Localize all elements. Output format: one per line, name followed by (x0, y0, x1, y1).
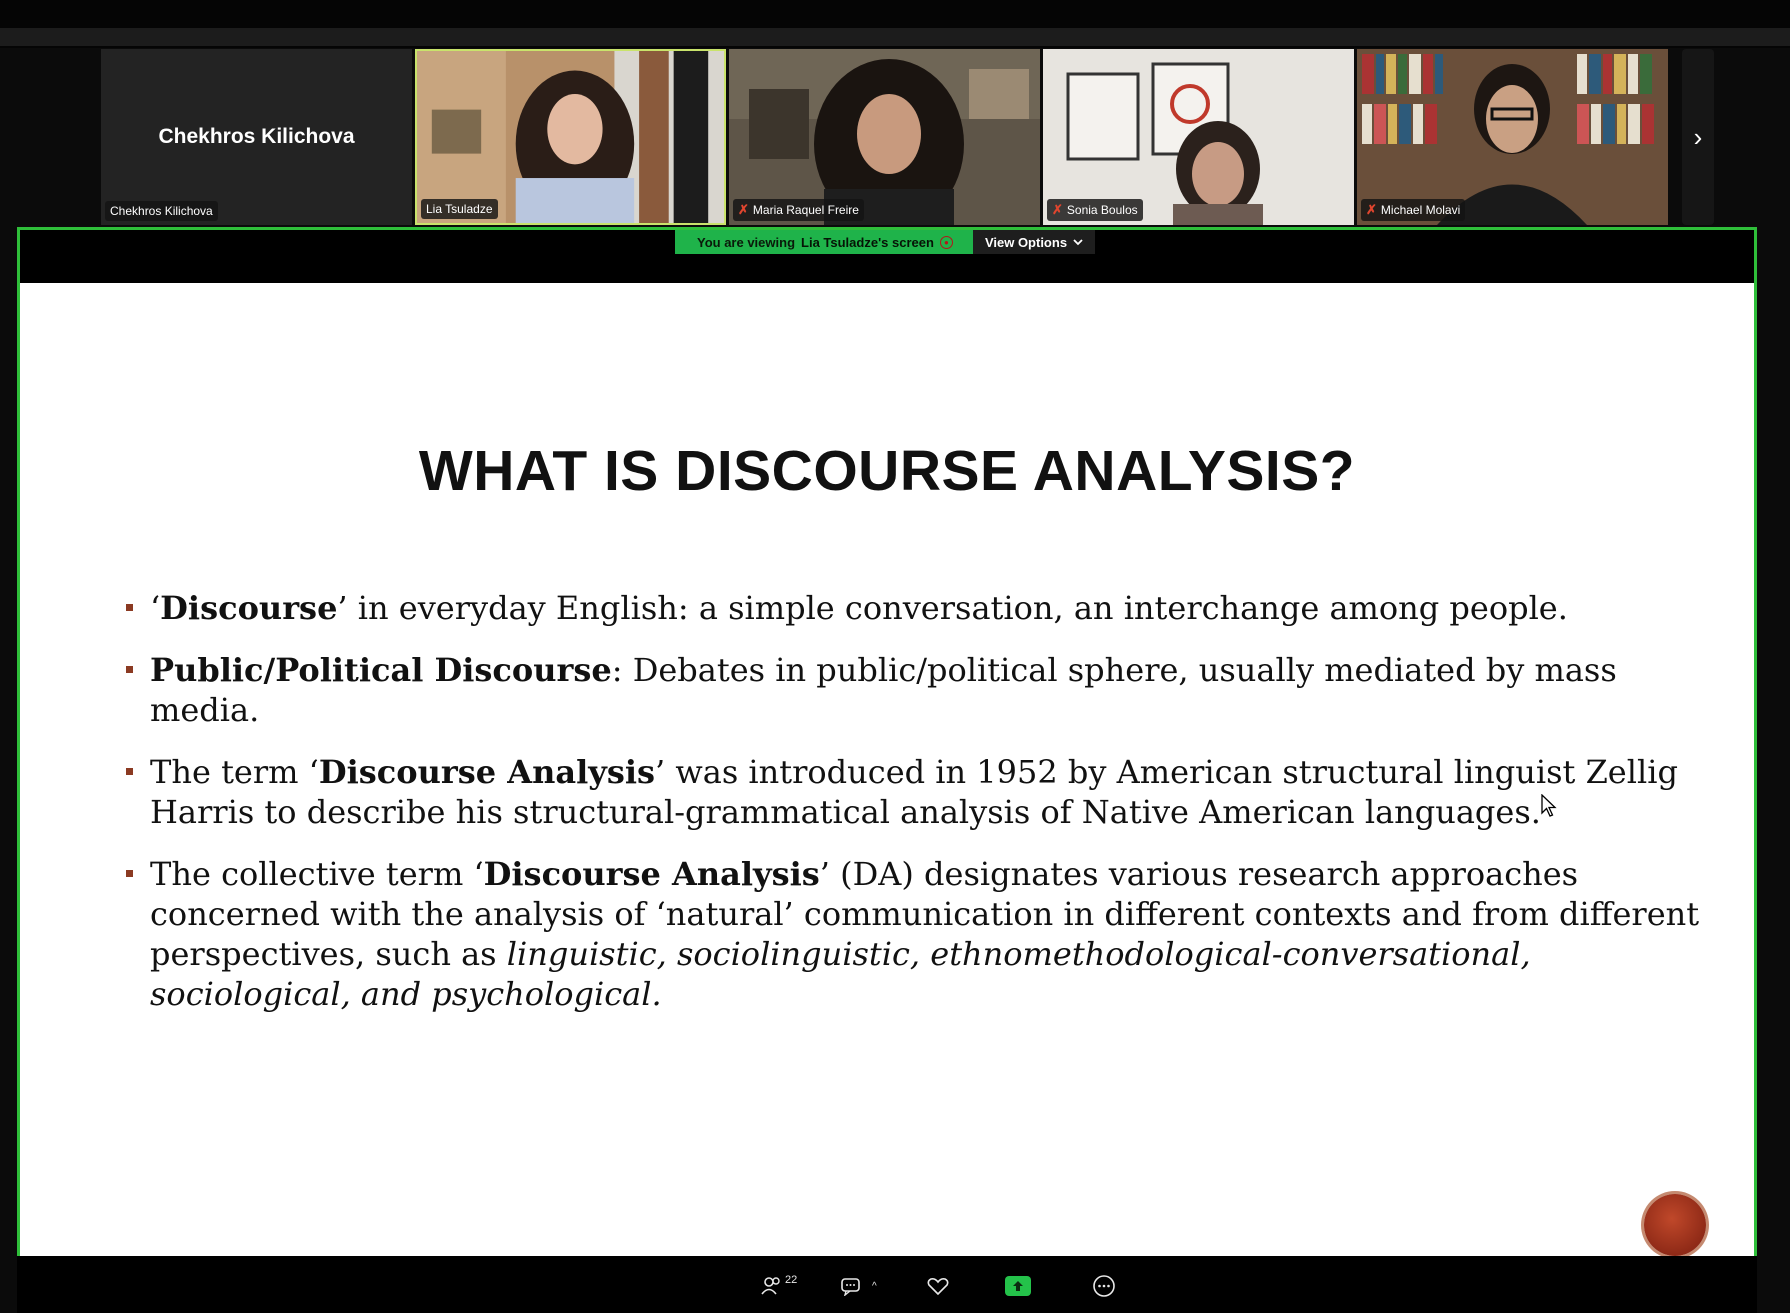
participant-display-name: Chekhros Kilichova (158, 125, 355, 148)
chat-button[interactable]: ^ (840, 1272, 877, 1300)
view-options-button[interactable]: View Options (972, 230, 1096, 254)
participant-name-label: ✗ Sonia Boulos (1047, 199, 1143, 221)
reactions-button[interactable] (926, 1272, 950, 1300)
video-gallery: Chekhros Kilichova Chekhros Kilichova Li… (101, 49, 1715, 225)
participant-name: Lia Tsuladze (426, 202, 493, 216)
video-tile-michael[interactable]: ✗ Michael Molavi (1357, 49, 1668, 225)
video-tile-lia[interactable]: Lia Tsuladze (415, 49, 726, 225)
top-bar (0, 0, 1790, 48)
participant-name-label: ✗ Maria Raquel Freire (733, 199, 864, 221)
bullet-text: ‘ (150, 589, 161, 627)
bullet-text: ’ in everyday English: a simple conversa… (337, 589, 1568, 627)
chevron-right-icon: › (1693, 121, 1703, 152)
participant-name: Chekhros Kilichova (110, 204, 213, 218)
more-button[interactable] (1092, 1272, 1116, 1300)
viewing-prefix: You are viewing (697, 234, 796, 250)
participant-name: Michael Molavi (1380, 203, 1461, 217)
bullet-marker (126, 768, 133, 775)
participants-count: 22 (785, 1274, 798, 1286)
video-tile-maria[interactable]: ✗ Maria Raquel Freire (729, 49, 1040, 225)
chat-icon (841, 1278, 860, 1296)
slide-logo-badge (1644, 1194, 1706, 1256)
more-icon (1093, 1275, 1115, 1297)
slide-bullet: ‘Discourse’ in everyday English: a simpl… (105, 588, 1705, 628)
meeting-toolbar: 22 ^ (17, 1256, 1757, 1313)
video-feed-lia (417, 51, 724, 223)
participant-name-label: Lia Tsuladze (421, 199, 498, 219)
viewing-indicator: You are viewing Lia Tsuladze's screen ● (675, 230, 973, 254)
presentation-slide: WHAT IS DISCOURSE ANALYSIS? ‘Discourse’ … (20, 283, 1754, 1261)
shared-screen: You are viewing Lia Tsuladze's screen ● … (17, 227, 1757, 1275)
bullet-text: Discourse Analysis (483, 855, 820, 893)
top-bar-strip (0, 28, 1790, 46)
participant-name: Maria Raquel Freire (752, 203, 859, 217)
bullet-marker (126, 666, 133, 673)
view-options-label: View Options (984, 234, 1068, 250)
bullet-text: The collective term ‘ (150, 855, 484, 893)
share-screen-icon (1005, 1276, 1031, 1296)
video-tile-chekhros[interactable]: Chekhros Kilichova Chekhros Kilichova (101, 49, 412, 225)
slide-bullet: Public/Political Discourse: Debates in p… (105, 650, 1705, 730)
gallery-next-button[interactable]: › (1682, 49, 1714, 225)
bullet-text: Discourse Analysis (318, 753, 655, 791)
share-screen-button[interactable] (1005, 1272, 1031, 1300)
mic-muted-icon: ✗ (738, 202, 749, 217)
chat-caret-icon[interactable]: ^ (872, 1281, 877, 1292)
video-tile-sonia[interactable]: ✗ Sonia Boulos (1043, 49, 1354, 225)
bullet-marker (126, 870, 133, 877)
mouse-cursor-icon (1541, 794, 1557, 817)
participants-icon (761, 1277, 780, 1295)
bullet-text: The term ‘ (150, 753, 319, 791)
participant-name: Sonia Boulos (1066, 203, 1138, 217)
viewing-banner: You are viewing Lia Tsuladze's screen ● … (675, 230, 1096, 254)
slide-bullet: The collective term ‘Discourse Analysis’… (105, 854, 1705, 1014)
record-dot-icon: ● (939, 235, 953, 249)
slide-title: WHAT IS DISCOURSE ANALYSIS? (418, 439, 1356, 503)
chevron-down-icon (1073, 238, 1083, 245)
bullet-text: Discourse (160, 589, 338, 627)
participant-name-label: ✗ Michael Molavi (1361, 199, 1466, 221)
participants-button[interactable]: 22 (761, 1272, 797, 1300)
slide-bullet: The term ‘Discourse Analysis’ was introd… (105, 752, 1705, 832)
participant-name-label: Chekhros Kilichova (105, 201, 218, 221)
slide-bullet-list: ‘Discourse’ in everyday English: a simpl… (105, 588, 1705, 1036)
mic-muted-icon: ✗ (1052, 202, 1063, 217)
viewing-screen-name: Lia Tsuladze's screen (801, 234, 934, 250)
reactions-icon (927, 1278, 949, 1296)
bullet-text: Public/Political Discourse (150, 651, 612, 689)
bullet-marker (126, 604, 133, 611)
mic-muted-icon: ✗ (1366, 202, 1377, 217)
